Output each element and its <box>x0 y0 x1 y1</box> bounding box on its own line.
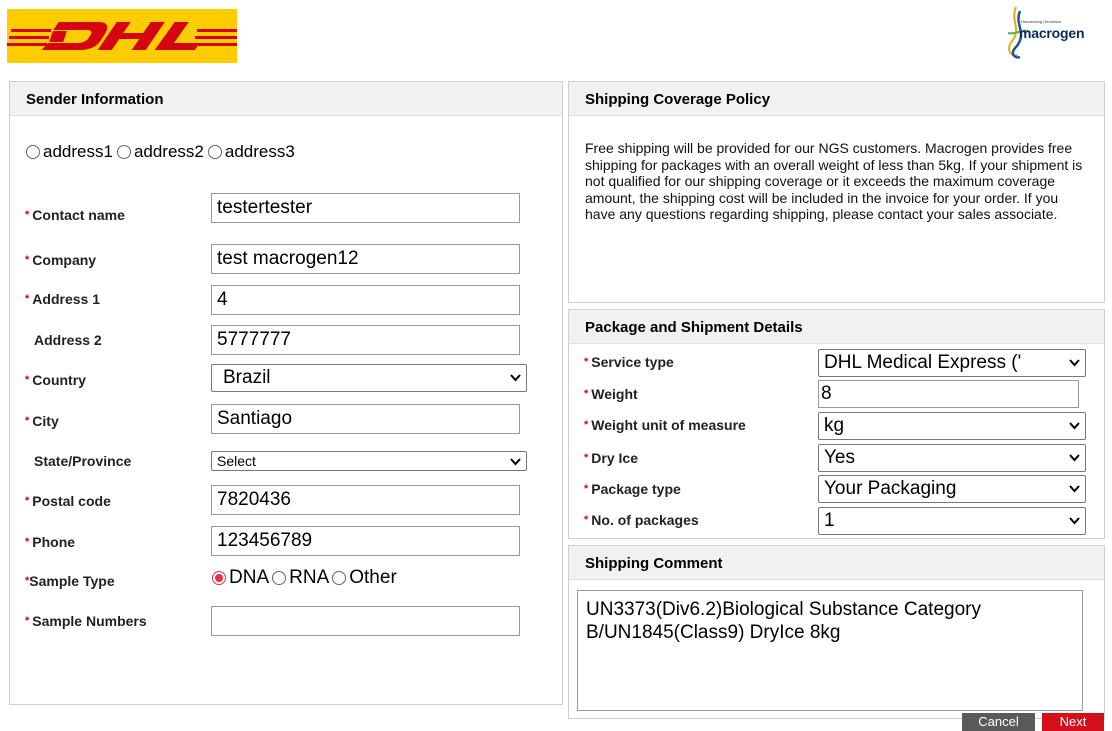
required-marker: * <box>25 495 30 507</box>
postal-code-input[interactable]: 7820436 <box>211 485 520 515</box>
service-type-select[interactable]: DHL Medical Express (' <box>818 349 1086 377</box>
chevron-down-icon <box>1069 359 1080 367</box>
comment-panel-title: Shipping Comment <box>569 546 1104 580</box>
address2-label: Address 2 <box>34 332 102 348</box>
sample-type-dna-label[interactable]: DNA <box>229 567 269 589</box>
sample-type-rna-radio[interactable] <box>272 571 287 585</box>
state-province-select[interactable]: Select <box>211 451 527 471</box>
sample-type-other-label[interactable]: Other <box>349 567 397 589</box>
required-marker: * <box>25 536 30 548</box>
address1-input[interactable]: 4 <box>211 285 520 315</box>
country-select[interactable]: Brazil <box>211 364 527 392</box>
chevron-down-icon <box>1069 422 1080 430</box>
service-type-value: DHL Medical Express (' <box>824 352 1022 373</box>
sender-information-panel: Sender Information address1 address2 add… <box>9 81 563 705</box>
chevron-down-icon <box>1069 517 1080 525</box>
address2-input[interactable]: 5777777 <box>211 325 520 355</box>
num-packages-select[interactable]: 1 <box>818 507 1086 535</box>
required-marker: * <box>25 374 30 386</box>
dhl-logo <box>7 9 237 63</box>
address1-label: * Address 1 <box>25 291 100 307</box>
sample-numbers-label: * Sample Numbers <box>25 613 147 629</box>
package-panel-title: Package and Shipment Details <box>569 310 1104 344</box>
weight-input[interactable]: 8 <box>818 380 1079 408</box>
cancel-button[interactable]: Cancel <box>962 713 1035 731</box>
service-type-label: * Service type <box>584 354 674 370</box>
sender-panel-title: Sender Information <box>10 82 562 116</box>
required-marker: * <box>584 483 589 495</box>
next-button[interactable]: Next <box>1042 713 1104 731</box>
country-label: * Country <box>25 372 86 388</box>
city-label: * City <box>25 413 59 429</box>
weight-unit-value: kg <box>824 415 845 436</box>
address3-radio[interactable] <box>207 145 222 159</box>
address2-radio[interactable] <box>116 145 131 159</box>
address-selector: address1 address2 address3 <box>25 142 295 162</box>
chevron-down-icon <box>510 458 521 466</box>
chevron-down-icon <box>1069 485 1080 493</box>
contact-name-label: * Contact name <box>25 207 125 223</box>
weight-unit-label: * Weight unit of measure <box>584 417 746 433</box>
macrogen-wordmark: macrogen <box>1019 25 1085 41</box>
dry-ice-value: Yes <box>824 447 855 468</box>
country-select-value: Brazil <box>223 367 271 388</box>
address1-radio[interactable] <box>26 145 40 159</box>
required-marker: * <box>25 615 30 627</box>
required-marker: * <box>25 209 30 221</box>
city-input[interactable]: Santiago <box>211 404 520 434</box>
state-province-label: State/Province <box>34 453 132 469</box>
required-marker: * <box>584 388 589 400</box>
policy-text: Free shipping will be provided for our N… <box>585 140 1083 222</box>
chevron-down-icon <box>510 374 521 382</box>
required-marker: * <box>584 514 589 526</box>
required-marker: * <box>25 293 30 305</box>
shipping-coverage-policy-panel: Shipping Coverage Policy Free shipping w… <box>568 81 1105 303</box>
num-packages-value: 1 <box>824 510 835 531</box>
company-input[interactable]: test macrogen12 <box>211 244 520 274</box>
sample-type-dna-radio[interactable] <box>212 571 226 585</box>
weight-unit-select[interactable]: kg <box>818 412 1086 440</box>
dry-ice-label: * Dry Ice <box>584 450 638 466</box>
package-shipment-details-panel: Package and Shipment Details * Service ty… <box>568 309 1105 539</box>
policy-panel-title: Shipping Coverage Policy <box>569 82 1104 116</box>
weight-label: * Weight <box>584 386 638 402</box>
postal-code-label: * Postal code <box>25 493 111 509</box>
required-marker: * <box>25 415 30 427</box>
sample-type-group: DNA RNA Other <box>211 567 397 589</box>
phone-label: * Phone <box>25 534 76 550</box>
address1-label[interactable]: address1 <box>43 142 113 162</box>
package-type-label: * Package type <box>584 481 681 497</box>
shipping-comment-panel: Shipping Comment UN3373(Div6.2)Biologica… <box>568 545 1105 719</box>
required-marker: * <box>25 254 30 266</box>
sample-type-label: *Sample Type <box>25 573 115 589</box>
required-marker: * <box>584 356 589 368</box>
chevron-down-icon <box>1069 454 1080 462</box>
phone-input[interactable]: 123456789 <box>211 526 520 556</box>
sample-type-rna-label[interactable]: RNA <box>289 567 329 589</box>
company-label: * Company <box>25 252 97 268</box>
shipping-comment-textarea[interactable]: UN3373(Div6.2)Biological Substance Categ… <box>577 590 1083 711</box>
macrogen-tagline: Humanizing Genomics <box>1021 19 1062 24</box>
num-packages-label: * No. of packages <box>584 512 699 528</box>
package-type-select[interactable]: Your Packaging <box>818 475 1086 503</box>
sample-type-other-radio[interactable] <box>332 571 347 585</box>
address3-label[interactable]: address3 <box>225 142 295 162</box>
required-marker: * <box>584 452 589 464</box>
state-select-value: Select <box>217 453 256 469</box>
dry-ice-select[interactable]: Yes <box>818 444 1086 472</box>
required-marker: * <box>584 419 589 431</box>
package-type-value: Your Packaging <box>824 478 957 499</box>
address2-label[interactable]: address2 <box>134 142 204 162</box>
sample-numbers-input[interactable] <box>211 606 520 636</box>
contact-name-input[interactable]: testertester <box>211 193 520 223</box>
